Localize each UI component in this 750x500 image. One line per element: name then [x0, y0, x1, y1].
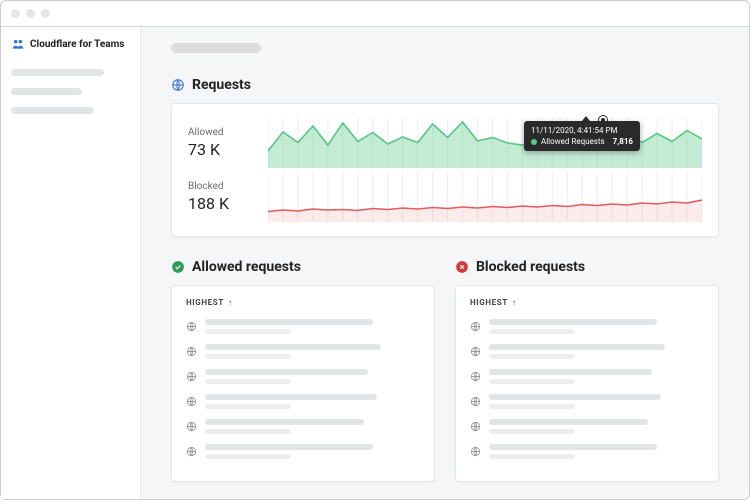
requests-title: Requests: [192, 77, 251, 93]
blocked-section-title: Blocked requests: [476, 259, 585, 275]
allowed-value: 73 K: [188, 140, 250, 159]
list-item[interactable]: [186, 344, 420, 359]
brand-label: Cloudflare for Teams: [30, 39, 124, 50]
list-item-content: [205, 419, 420, 434]
allowed-meta: Allowed 73 K: [188, 127, 250, 159]
sort-label: HIGHEST: [186, 298, 224, 307]
list-item-content: [489, 419, 704, 434]
chart-tooltip: 11/11/2020, 4:41:54 PM Allowed Requests …: [524, 121, 640, 151]
requests-card: Allowed 73 K 11/11/2020, 4:41:54 PM Allo…: [171, 103, 719, 237]
globe-icon: [470, 446, 481, 457]
list-item[interactable]: [470, 394, 704, 409]
allowed-section-title: Allowed requests: [192, 259, 301, 275]
list-item[interactable]: [186, 369, 420, 384]
x-circle-icon: [455, 260, 469, 274]
nav-item[interactable]: [11, 69, 104, 76]
sidebar: Cloudflare for Teams: [1, 27, 141, 499]
window-control-max[interactable]: [41, 9, 50, 18]
window-titlebar: [1, 1, 749, 27]
blocked-col: Blocked requests HIGHEST ↑: [455, 259, 719, 482]
allowed-list-card: HIGHEST ↑: [171, 285, 435, 482]
list-item-content: [205, 369, 420, 384]
globe-icon: [470, 396, 481, 407]
blocked-meta: Blocked 188 K: [188, 181, 250, 213]
globe-icon: [186, 346, 197, 357]
list-item-content: [489, 394, 704, 409]
app-window: Cloudflare for Teams Requests Allowed 73…: [0, 0, 750, 500]
main-content: Requests Allowed 73 K 11/11/2020, 4:41:5…: [141, 27, 749, 499]
teams-icon: [11, 37, 25, 51]
blocked-head: Blocked requests: [455, 259, 719, 275]
window-control-min[interactable]: [26, 9, 35, 18]
list-item-content: [205, 444, 420, 459]
list-item[interactable]: [470, 344, 704, 359]
nav-item[interactable]: [11, 107, 94, 114]
globe-icon: [186, 446, 197, 457]
nav-item[interactable]: [11, 88, 82, 95]
list-item-content: [205, 319, 420, 334]
list-item-content: [489, 344, 704, 359]
list-item[interactable]: [470, 319, 704, 334]
globe-icon: [470, 321, 481, 332]
tooltip-value: 7,816: [613, 136, 633, 147]
globe-icon: [470, 421, 481, 432]
request-columns: Allowed requests HIGHEST ↑: [171, 259, 719, 482]
blocked-sort-header[interactable]: HIGHEST ↑: [470, 298, 704, 307]
allowed-row: Allowed 73 K 11/11/2020, 4:41:54 PM Allo…: [188, 118, 702, 168]
blocked-value: 188 K: [188, 194, 250, 213]
window-control-close[interactable]: [11, 9, 20, 18]
arrow-up-icon: ↑: [228, 298, 233, 307]
globe-icon: [470, 346, 481, 357]
allowed-label: Allowed: [188, 127, 250, 138]
globe-icon: [186, 321, 197, 332]
list-item-content: [205, 394, 420, 409]
allowed-col: Allowed requests HIGHEST ↑: [171, 259, 435, 482]
list-item-content: [205, 344, 420, 359]
tooltip-timestamp: 11/11/2020, 4:41:54 PM: [531, 125, 633, 136]
page-title-placeholder: [171, 43, 261, 53]
allowed-sort-header[interactable]: HIGHEST ↑: [186, 298, 420, 307]
list-item[interactable]: [470, 369, 704, 384]
tooltip-swatch: [531, 139, 537, 145]
list-item[interactable]: [186, 444, 420, 459]
list-item[interactable]: [186, 319, 420, 334]
blocked-label: Blocked: [188, 181, 250, 192]
list-item-content: [489, 444, 704, 459]
globe-icon: [171, 78, 185, 92]
check-circle-icon: [171, 260, 185, 274]
arrow-up-icon: ↑: [512, 298, 517, 307]
requests-head: Requests: [171, 77, 719, 93]
blocked-list-card: HIGHEST ↑: [455, 285, 719, 482]
globe-icon: [186, 371, 197, 382]
globe-icon: [186, 421, 197, 432]
globe-icon: [186, 396, 197, 407]
allowed-chart[interactable]: 11/11/2020, 4:41:54 PM Allowed Requests …: [268, 118, 702, 168]
list-item[interactable]: [470, 444, 704, 459]
list-item-content: [489, 319, 704, 334]
allowed-head: Allowed requests: [171, 259, 435, 275]
brand[interactable]: Cloudflare for Teams: [11, 37, 130, 51]
list-item[interactable]: [470, 419, 704, 434]
list-item-content: [489, 369, 704, 384]
blocked-chart[interactable]: [268, 172, 702, 222]
globe-icon: [470, 371, 481, 382]
sort-label: HIGHEST: [470, 298, 508, 307]
blocked-row: Blocked 188 K: [188, 172, 702, 222]
app-body: Cloudflare for Teams Requests Allowed 73…: [1, 27, 749, 499]
tooltip-series: Allowed Requests: [541, 136, 605, 147]
list-item[interactable]: [186, 419, 420, 434]
list-item[interactable]: [186, 394, 420, 409]
